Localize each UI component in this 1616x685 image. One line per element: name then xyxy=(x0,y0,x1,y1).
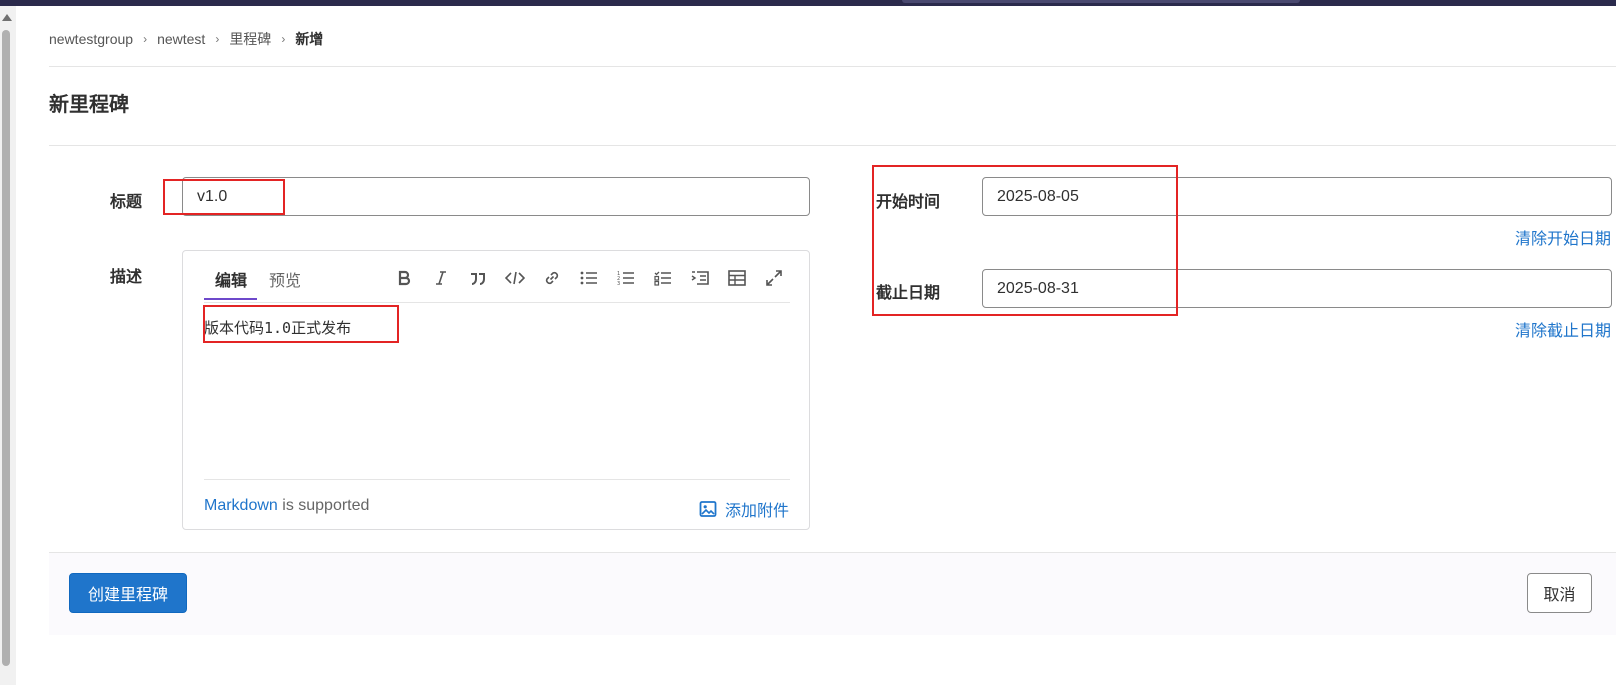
form-actions-bar xyxy=(49,552,1616,635)
code-icon[interactable] xyxy=(504,267,526,289)
breadcrumb-current: 新增 xyxy=(295,31,324,47)
markdown-suffix: is supported xyxy=(277,497,370,514)
tab-edit[interactable]: 编辑 xyxy=(215,267,247,291)
top-search-bar[interactable] xyxy=(902,0,1300,3)
clear-due-date-link[interactable]: 清除截止日期 xyxy=(1515,317,1611,341)
toolbar-divider xyxy=(204,302,790,303)
due-date-input[interactable]: 2025-08-31 xyxy=(982,269,1612,308)
top-navbar xyxy=(0,0,1616,6)
description-textarea[interactable]: 版本代码1.0正式发布 xyxy=(204,317,351,338)
fullscreen-icon[interactable] xyxy=(763,267,785,289)
attach-file-button[interactable]: 添加附件 xyxy=(699,497,789,521)
task-list-icon[interactable] xyxy=(652,267,674,289)
markdown-link[interactable]: Markdown xyxy=(204,497,278,514)
active-tab-indicator xyxy=(204,298,257,300)
page-title: 新里程碑 xyxy=(49,94,129,116)
start-date-input[interactable]: 2025-08-05 xyxy=(982,177,1612,216)
scroll-thumb[interactable] xyxy=(2,30,10,666)
svg-text:3: 3 xyxy=(617,281,620,286)
title-input[interactable]: v1.0 xyxy=(182,177,810,216)
scroll-up-arrow-icon[interactable] xyxy=(2,14,12,21)
divider xyxy=(49,66,1616,67)
cancel-button[interactable]: 取消 xyxy=(1527,573,1592,613)
description-label: 描述 xyxy=(110,269,143,286)
breadcrumb-item-project[interactable]: newtest xyxy=(157,31,205,47)
description-editor: 编辑 预览 123 版本代码1.0正式发布 Markdown is suppor… xyxy=(182,250,810,530)
due-date-label: 截止日期 xyxy=(876,285,941,302)
bold-icon[interactable] xyxy=(393,267,415,289)
chevron-right-icon: › xyxy=(143,32,148,46)
table-icon[interactable] xyxy=(726,267,748,289)
chevron-right-icon: › xyxy=(215,32,220,46)
bullet-list-icon[interactable] xyxy=(578,267,600,289)
breadcrumb: newtestgroup › newtest › 里程碑 › 新增 xyxy=(49,28,323,50)
chevron-right-icon: › xyxy=(281,32,286,46)
breadcrumb-item-milestones[interactable]: 里程碑 xyxy=(229,29,271,49)
markdown-note: Markdown is supported xyxy=(204,497,369,515)
quote-icon[interactable] xyxy=(467,267,489,289)
divider xyxy=(49,145,1616,146)
scrollbar[interactable] xyxy=(0,6,16,685)
editor-footer-divider xyxy=(204,479,790,480)
numbered-list-icon[interactable]: 123 xyxy=(615,267,637,289)
link-icon[interactable] xyxy=(541,267,563,289)
attach-file-label: 添加附件 xyxy=(724,503,789,520)
indent-icon[interactable] xyxy=(689,267,711,289)
start-date-label: 开始时间 xyxy=(876,194,941,211)
italic-icon[interactable] xyxy=(430,267,452,289)
title-label: 标题 xyxy=(110,194,143,211)
tab-preview[interactable]: 预览 xyxy=(269,267,301,291)
breadcrumb-item-group[interactable]: newtestgroup xyxy=(49,31,133,47)
create-milestone-button[interactable]: 创建里程碑 xyxy=(69,573,187,613)
clear-start-date-link[interactable]: 清除开始日期 xyxy=(1515,225,1611,249)
image-icon xyxy=(699,501,717,517)
